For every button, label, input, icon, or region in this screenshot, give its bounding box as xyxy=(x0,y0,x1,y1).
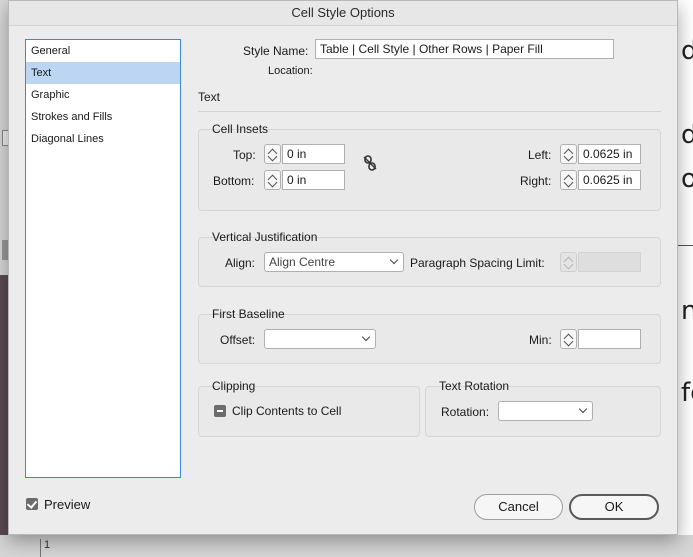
preview-label[interactable]: Preview xyxy=(44,497,90,512)
category-diagonal-lines[interactable]: Diagonal Lines xyxy=(26,128,180,150)
category-text[interactable]: Text xyxy=(26,62,180,84)
left-inset-label: Left: xyxy=(528,148,552,162)
background-document-right: d d o n fe xyxy=(678,0,693,557)
ruler: 1 xyxy=(40,539,60,557)
chevron-down-icon xyxy=(361,332,371,342)
category-general[interactable]: General xyxy=(26,40,180,62)
background-glyph: fe xyxy=(681,378,693,408)
category-strokes-and-fills[interactable]: Strokes and Fills xyxy=(26,106,180,128)
ok-button[interactable]: OK xyxy=(569,494,659,520)
bottom-inset-input[interactable]: 0 in xyxy=(282,170,345,190)
preview-checkbox[interactable] xyxy=(26,498,38,510)
first-baseline-title: First Baseline xyxy=(212,307,285,321)
category-graphic[interactable]: Graphic xyxy=(26,84,180,106)
min-label: Min: xyxy=(529,333,552,347)
clipping-title: Clipping xyxy=(212,379,256,393)
paragraph-spacing-stepper xyxy=(560,252,577,272)
section-divider xyxy=(198,111,661,112)
location-label: Location: xyxy=(268,65,313,77)
chevron-down-icon xyxy=(578,404,588,414)
min-stepper[interactable] xyxy=(560,329,577,349)
align-select-value: Align Centre xyxy=(269,255,336,269)
top-inset-label: Top: xyxy=(233,148,256,162)
right-inset-stepper[interactable] xyxy=(560,170,577,190)
chevron-down-icon xyxy=(389,255,399,265)
clip-contents-label[interactable]: Clip Contents to Cell xyxy=(232,404,341,418)
broken-chain-icon[interactable] xyxy=(363,155,377,171)
style-name-label: Style Name: xyxy=(243,44,309,58)
align-select[interactable]: Align Centre xyxy=(264,252,404,272)
text-rotation-title: Text Rotation xyxy=(439,379,510,393)
right-inset-input[interactable]: 0.0625 in xyxy=(578,170,641,190)
rotation-select[interactable] xyxy=(498,401,593,421)
top-inset-input[interactable]: 0 in xyxy=(282,144,345,164)
dialog-title: Cell Style Options xyxy=(9,1,677,26)
background-rule xyxy=(678,245,693,246)
background-document-bottom: 1 xyxy=(0,535,693,557)
rotation-label: Rotation: xyxy=(441,405,490,419)
paragraph-spacing-limit-label: Paragraph Spacing Limit: xyxy=(410,256,545,270)
left-inset-input[interactable]: 0.0625 in xyxy=(578,144,641,164)
background-glyph: n xyxy=(681,296,693,326)
style-name-input[interactable]: Table | Cell Style | Other Rows | Paper … xyxy=(315,39,614,59)
paragraph-spacing-input xyxy=(578,252,641,272)
category-list[interactable]: General Text Graphic Strokes and Fills D… xyxy=(25,39,181,478)
right-inset-label: Right: xyxy=(520,174,552,188)
cell-style-options-dialog: Cell Style Options General Text Graphic … xyxy=(8,0,678,535)
section-title: Text xyxy=(198,90,221,104)
left-inset-stepper[interactable] xyxy=(560,144,577,164)
align-label: Align: xyxy=(225,256,256,270)
top-inset-stepper[interactable] xyxy=(264,144,281,164)
background-glyph: o xyxy=(681,164,693,194)
background-glyph: d xyxy=(681,36,693,66)
clip-contents-checkbox[interactable] xyxy=(214,405,226,417)
bottom-inset-stepper[interactable] xyxy=(264,170,281,190)
min-input[interactable] xyxy=(578,329,641,349)
vertical-justification-title: Vertical Justification xyxy=(212,230,318,244)
bottom-inset-label: Bottom: xyxy=(213,174,255,188)
cell-insets-title: Cell Insets xyxy=(212,122,269,136)
offset-label: Offset: xyxy=(220,333,256,347)
offset-select[interactable] xyxy=(264,329,376,349)
background-glyph: d xyxy=(681,120,693,150)
cancel-button[interactable]: Cancel xyxy=(474,494,563,520)
